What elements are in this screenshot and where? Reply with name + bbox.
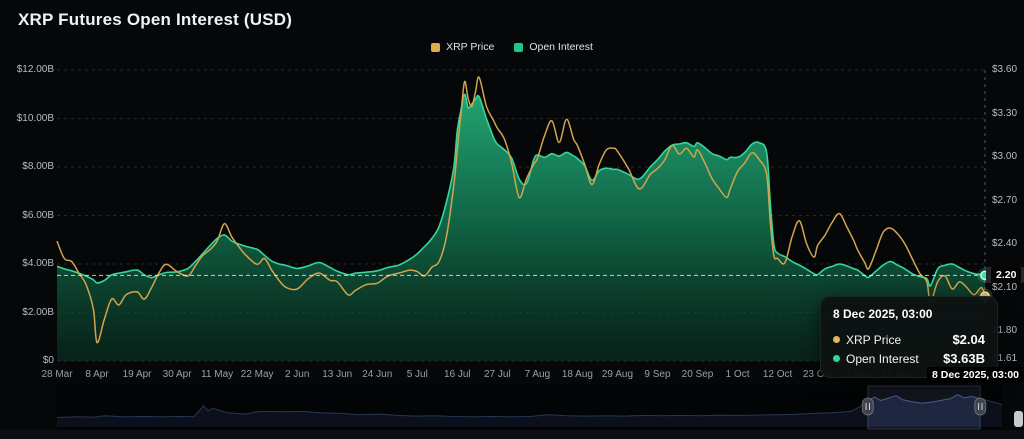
open-interest-dot-icon [833,355,840,362]
x-axis-label: 7 Aug [525,369,551,380]
tooltip-value: $3.63B [943,351,985,366]
crosshair-date-label: 8 Dec 2025, 03:00 [927,367,1024,383]
y-axis-right-label: $2.70 [992,195,1017,206]
tooltip-row-open-interest: Open Interest $3.63B [833,349,985,368]
x-axis-label: 12 Oct [763,369,792,380]
x-axis-label: 8 Apr [85,369,108,380]
y-axis-left-label: $4.00B [22,258,54,269]
x-axis-label: 22 May [241,369,274,380]
x-axis-label: 1 Oct [726,369,750,380]
x-axis-label: 11 May [201,369,233,380]
y-axis-right-label: $3.60 [992,64,1017,75]
y-axis-left-label: $12.00B [17,64,54,75]
x-axis-label: 30 Apr [163,369,192,380]
y-axis-left: $12.00B $10.00B $8.00B $6.00B $4.00B $2.00B $0 [0,0,54,385]
tooltip-date: 8 Dec 2025, 03:00 [833,307,985,321]
navigator-handle-left[interactable] [862,398,873,415]
x-axis-label: 16 Jul [444,369,471,380]
y-axis-right-label: $3.30 [992,108,1017,119]
x-axis-label: 18 Aug [562,369,593,380]
x-axis-label: 24 Jun [362,369,392,380]
navigator-handle-right[interactable] [975,398,986,415]
x-axis-label: 20 Sep [682,369,714,380]
y-axis-left-label: $8.00B [22,161,54,172]
tooltip-row-xrp-price: XRP Price $2.04 [833,330,985,349]
tooltip: 8 Dec 2025, 03:00 XRP Price $2.04 Open I… [820,296,998,378]
y-axis-left-label: $6.00B [22,210,54,221]
chart-panel: XRP Futures Open Interest (USD) XRP Pric… [0,0,1024,439]
tooltip-label: XRP Price [846,333,946,347]
y-axis-right-label: $3.00 [992,151,1017,162]
x-axis-label: 13 Jun [322,369,352,380]
navigator-selection[interactable] [868,386,980,429]
y-axis-left-label: $0 [43,355,54,366]
x-axis-label: 19 Apr [123,369,152,380]
x-axis-label: 29 Aug [602,369,633,380]
y-axis-right-label: $2.10 [992,282,1017,293]
y-axis-left-label: $2.00B [22,307,54,318]
x-axis-label: 27 Jul [484,369,511,380]
xrp-price-dot-icon [833,336,840,343]
footer-strip [0,430,1024,439]
x-axis-label: 5 Jul [407,369,428,380]
x-axis-label: 2 Jun [285,369,309,380]
x-axis-label: 9 Sep [644,369,670,380]
y-axis-right-label: $2.40 [992,238,1017,249]
y-axis-left-label: $10.00B [17,113,54,124]
x-axis-label: 28 Mar [41,369,72,380]
tooltip-label: Open Interest [846,352,937,366]
tooltip-value: $2.04 [952,332,985,347]
scrollbar-thumb[interactable] [1014,411,1023,427]
right-axis-value-badge: 2.20 [991,267,1021,283]
